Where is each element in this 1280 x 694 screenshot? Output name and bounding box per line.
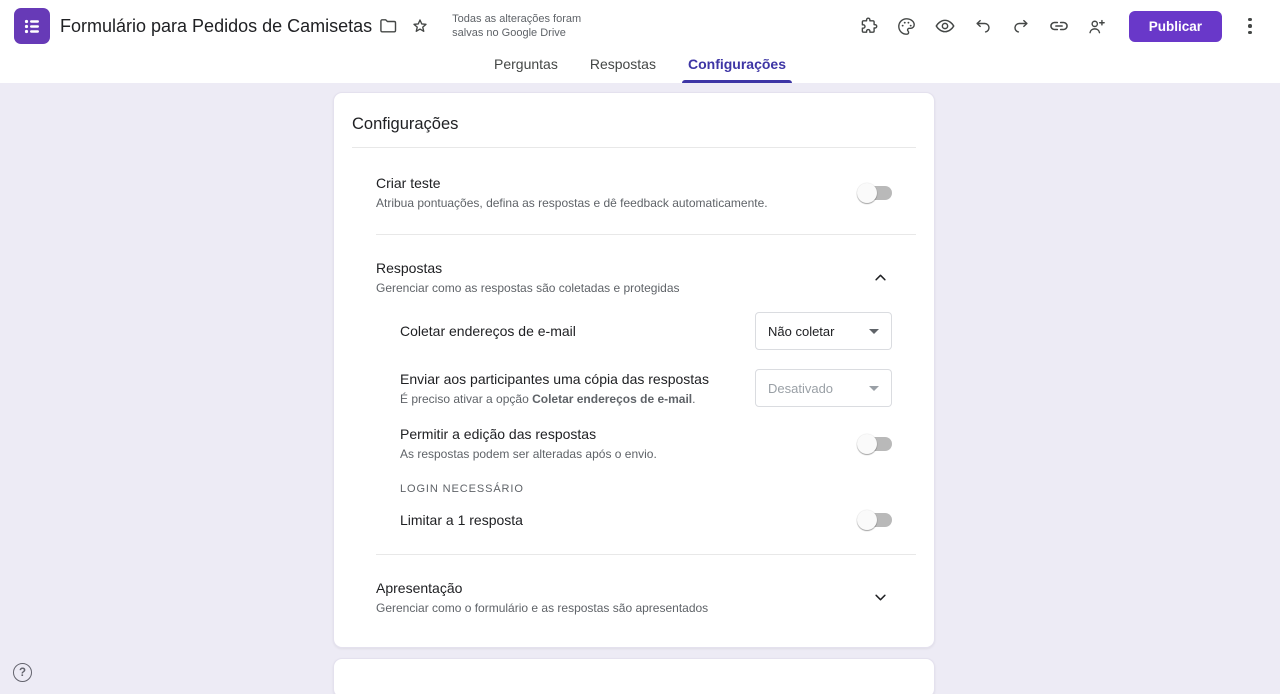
link-icon[interactable] xyxy=(1043,10,1075,42)
chevron-down-icon xyxy=(869,386,879,391)
collect-email-label: Coletar endereços de e-mail xyxy=(400,323,739,339)
collect-email-row: Coletar endereços de e-mail Não coletar xyxy=(334,312,934,350)
send-copy-dropdown[interactable]: Desativado xyxy=(755,369,892,407)
quiz-toggle[interactable] xyxy=(859,186,892,200)
collect-email-dropdown[interactable]: Não coletar xyxy=(755,312,892,350)
chevron-up-icon[interactable] xyxy=(868,266,892,290)
send-copy-row: Enviar aos participantes uma cópia das r… xyxy=(334,369,934,407)
folder-icon[interactable] xyxy=(372,10,404,42)
send-copy-note-bold: Coletar endereços de e-mail xyxy=(532,392,692,406)
allow-edit-row: Permitir a edição das respostas As respo… xyxy=(334,426,934,461)
eye-icon[interactable] xyxy=(929,10,961,42)
undo-icon[interactable] xyxy=(967,10,999,42)
forms-logo-icon[interactable] xyxy=(14,8,50,44)
tab-respostas[interactable]: Respostas xyxy=(578,52,668,83)
publish-button[interactable]: Publicar xyxy=(1129,11,1222,42)
help-icon[interactable]: ? xyxy=(13,663,32,682)
quiz-title: Criar teste xyxy=(376,175,835,191)
limit-one-response-row: Limitar a 1 resposta xyxy=(334,512,934,528)
star-icon[interactable] xyxy=(404,10,436,42)
settings-page: Configurações Criar teste Atribua pontua… xyxy=(0,83,1280,694)
tab-configuracoes[interactable]: Configurações xyxy=(676,52,798,83)
quiz-description: Atribua pontuações, defina as respostas … xyxy=(376,196,835,210)
defaults-card-partial xyxy=(333,658,935,694)
presentation-section-header[interactable]: Apresentação Gerenciar como o formulário… xyxy=(334,580,934,615)
saved-status[interactable]: Todas as alterações foram salvas no Goog… xyxy=(452,12,581,40)
divider xyxy=(376,554,916,555)
document-title[interactable]: Formulário para Pedidos de Camisetas xyxy=(60,16,372,37)
person-add-icon[interactable] xyxy=(1081,10,1113,42)
saved-status-line1: Todas as alterações foram xyxy=(452,12,581,26)
saved-status-line2: salvas no Google Drive xyxy=(452,26,581,40)
responses-section-header[interactable]: Respostas Gerenciar como as respostas sã… xyxy=(334,260,934,295)
app-header: Formulário para Pedidos de Camisetas Tod… xyxy=(0,0,1280,83)
tab-bar: Perguntas Respostas Configurações xyxy=(0,52,1280,83)
divider xyxy=(352,147,916,148)
chevron-down-icon[interactable] xyxy=(868,586,892,610)
chevron-down-icon xyxy=(869,329,879,334)
allow-edit-description: As respostas podem ser alteradas após o … xyxy=(400,447,835,461)
redo-icon[interactable] xyxy=(1005,10,1037,42)
palette-icon[interactable] xyxy=(891,10,923,42)
send-copy-value: Desativado xyxy=(768,381,869,396)
limit-one-label: Limitar a 1 resposta xyxy=(400,512,835,528)
allow-edit-toggle[interactable] xyxy=(859,437,892,451)
send-copy-note-prefix: É preciso ativar a opção xyxy=(400,392,532,406)
presentation-description: Gerenciar como o formulário e as respost… xyxy=(376,601,844,615)
kebab-menu-icon[interactable] xyxy=(1234,10,1266,42)
send-copy-note: É preciso ativar a opção Coletar endereç… xyxy=(400,392,739,406)
presentation-title: Apresentação xyxy=(376,580,844,596)
settings-heading: Configurações xyxy=(334,93,934,147)
allow-edit-label: Permitir a edição das respostas xyxy=(400,426,835,442)
divider xyxy=(376,234,916,235)
responses-title: Respostas xyxy=(376,260,844,276)
send-copy-note-suffix: . xyxy=(692,392,695,406)
tab-perguntas[interactable]: Perguntas xyxy=(482,52,570,83)
settings-card: Configurações Criar teste Atribua pontua… xyxy=(333,92,935,648)
limit-one-toggle[interactable] xyxy=(859,513,892,527)
responses-description: Gerenciar como as respostas são coletada… xyxy=(376,281,844,295)
login-required-heading: Login necessário xyxy=(334,483,934,495)
puzzle-icon[interactable] xyxy=(853,10,885,42)
send-copy-label: Enviar aos participantes uma cópia das r… xyxy=(400,371,739,387)
quiz-setting-row: Criar teste Atribua pontuações, defina a… xyxy=(334,175,934,210)
collect-email-value: Não coletar xyxy=(768,324,869,339)
header-actions: Publicar xyxy=(853,10,1266,42)
